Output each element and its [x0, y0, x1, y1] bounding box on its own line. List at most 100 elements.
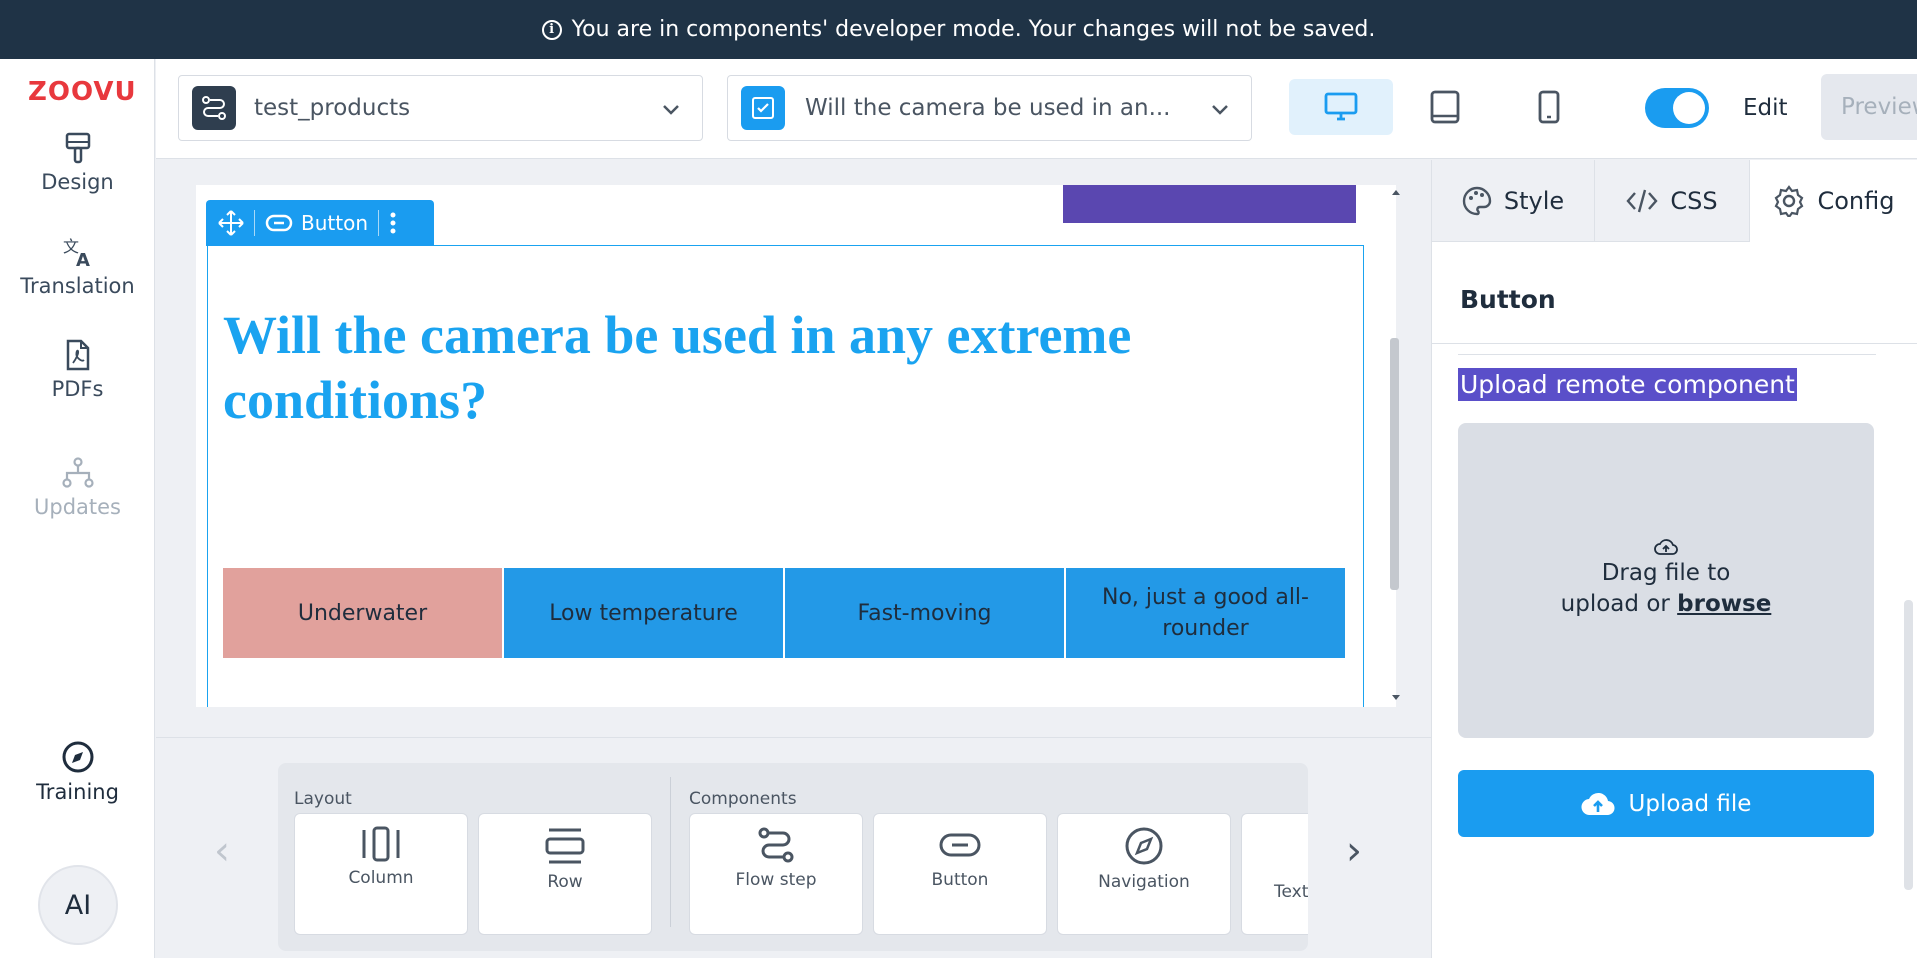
properties-panel: Style CSS Config Button Upload remote co… — [1431, 160, 1917, 958]
paintbrush-icon — [65, 132, 90, 164]
answer-option[interactable]: Fast-moving — [785, 568, 1064, 658]
chevron-right-icon[interactable]: › — [1346, 828, 1362, 874]
flow-select-value: test_products — [254, 95, 411, 121]
component-palette-area: ‹ Layout Components Column Row Flow step… — [156, 737, 1431, 958]
tab-css-label: CSS — [1670, 187, 1718, 215]
panel-title: Button — [1460, 285, 1556, 314]
translate-icon: 文A — [63, 237, 90, 268]
toolbar-label: Button — [301, 211, 368, 235]
palette-item-row[interactable]: Row — [478, 813, 652, 935]
chevron-down-icon — [1212, 105, 1228, 115]
palette-item-label: Row — [547, 872, 583, 892]
palette-item-label: Button — [931, 870, 989, 890]
preview-frame: Will the camera be used in any extreme c… — [196, 185, 1396, 707]
upload-file-button[interactable]: Upload file — [1458, 770, 1874, 837]
edit-label: Edit — [1743, 95, 1788, 121]
tab-style-label: Style — [1503, 187, 1565, 215]
desktop-icon — [1324, 92, 1358, 121]
code-icon — [1626, 189, 1658, 213]
answer-list: Underwater Low temperature Fast-moving N… — [223, 568, 1345, 658]
question-select-value: Will the camera be used in an... — [805, 95, 1171, 121]
top-bar: test_products Will the camera be used in… — [156, 59, 1917, 159]
chevron-left-icon[interactable]: ‹ — [214, 828, 230, 874]
nav-translation-label: Translation — [20, 274, 135, 298]
question-select[interactable]: Will the camera be used in an... — [727, 75, 1252, 141]
mobile-icon — [1538, 90, 1560, 124]
tab-config-label: Config — [1817, 187, 1895, 215]
nav-training-label: Training — [36, 780, 119, 804]
move-icon[interactable] — [218, 210, 244, 236]
desktop-view-button[interactable] — [1289, 79, 1393, 135]
drop-line1: Drag file to — [1601, 560, 1731, 586]
nav-updates-label: Updates — [34, 495, 121, 519]
panel-scrollbar[interactable] — [1904, 600, 1913, 890]
zoovu-logo: ZOOVU — [28, 77, 137, 107]
upload-file-label: Upload file — [1628, 790, 1752, 817]
mobile-view-button[interactable] — [1497, 79, 1601, 135]
nav-design[interactable]: Design — [0, 132, 155, 194]
nav-translation[interactable]: 文A Translation — [0, 236, 155, 298]
cloud-upload-icon — [1581, 792, 1615, 815]
palette-item-column[interactable]: Column — [294, 813, 468, 935]
components-group-label: Components — [689, 789, 797, 809]
svg-text:A: A — [76, 250, 90, 268]
gear-icon — [1775, 185, 1804, 217]
browse-link[interactable]: browse — [1677, 591, 1771, 617]
panel-tabs: Style CSS Config — [1432, 160, 1917, 242]
pdf-icon — [66, 339, 89, 371]
answer-option[interactable]: No, just a good all-rounder — [1066, 568, 1345, 658]
tab-config[interactable]: Config — [1750, 160, 1917, 242]
upload-remote-label: Upload remote component — [1458, 368, 1797, 401]
editor-canvas: Will the camera be used in any extreme c… — [156, 160, 1431, 737]
preview-button[interactable]: Preview — [1821, 74, 1917, 140]
tablet-view-button[interactable] — [1393, 79, 1497, 135]
button-icon — [265, 214, 293, 232]
compass-icon — [62, 741, 93, 773]
tab-css[interactable]: CSS — [1595, 160, 1750, 242]
palette-item-label: Column — [348, 868, 414, 888]
checkbox-icon — [741, 86, 785, 130]
component-palette: Layout Components Column Row Flow step B… — [278, 763, 1308, 951]
answer-option[interactable]: Low temperature — [504, 568, 783, 658]
edit-mode-toggle[interactable] — [1645, 88, 1709, 128]
restart-button[interactable] — [1063, 185, 1356, 223]
hierarchy-icon — [61, 457, 94, 488]
button-icon — [939, 833, 981, 857]
nav-pdfs[interactable]: PDFs — [0, 339, 155, 401]
more-vertical-icon[interactable] — [389, 211, 397, 235]
info-icon: i — [541, 19, 562, 40]
flow-select[interactable]: test_products — [178, 75, 703, 141]
tablet-icon — [1430, 90, 1460, 124]
canvas-scrollbar[interactable] — [1390, 338, 1399, 590]
palette-item-label: Text — [1274, 882, 1308, 902]
tab-style[interactable]: Style — [1432, 160, 1595, 242]
column-icon — [362, 826, 400, 862]
banner-text: You are in components' developer mode. Y… — [571, 17, 1376, 42]
question-heading[interactable]: Will the camera be used in any extreme c… — [223, 303, 1183, 433]
palette-item-text[interactable]: Text — [1241, 813, 1308, 935]
nav-design-label: Design — [41, 170, 114, 194]
component-toolbar: Button — [206, 200, 434, 246]
nav-updates[interactable]: Updates — [0, 457, 155, 519]
palette-item-flow-step[interactable]: Flow step — [689, 813, 863, 935]
palette-item-navigation[interactable]: Navigation — [1057, 813, 1231, 935]
palette-item-label: Navigation — [1098, 872, 1190, 892]
nav-training[interactable]: Training — [0, 740, 155, 804]
file-dropzone[interactable]: Drag file to upload or browse — [1458, 423, 1874, 738]
cloud-upload-icon — [1654, 539, 1678, 555]
palette-icon — [1462, 186, 1492, 216]
layout-group-label: Layout — [294, 789, 352, 809]
palette-item-button[interactable]: Button — [873, 813, 1047, 935]
scroll-up-icon[interactable] — [1391, 188, 1401, 196]
answer-option[interactable]: Underwater — [223, 568, 502, 658]
flow-step-icon — [758, 827, 794, 863]
row-icon — [545, 828, 585, 864]
chevron-down-icon — [663, 105, 679, 115]
scroll-down-icon[interactable] — [1391, 694, 1401, 702]
palette-item-label: Flow step — [735, 870, 817, 890]
ai-assistant-button[interactable]: AI — [38, 865, 118, 945]
dev-mode-banner: i You are in components' developer mode.… — [0, 0, 1917, 59]
flow-icon — [192, 86, 236, 130]
nav-pdfs-label: PDFs — [51, 377, 104, 401]
drop-line2: upload or — [1560, 591, 1670, 617]
